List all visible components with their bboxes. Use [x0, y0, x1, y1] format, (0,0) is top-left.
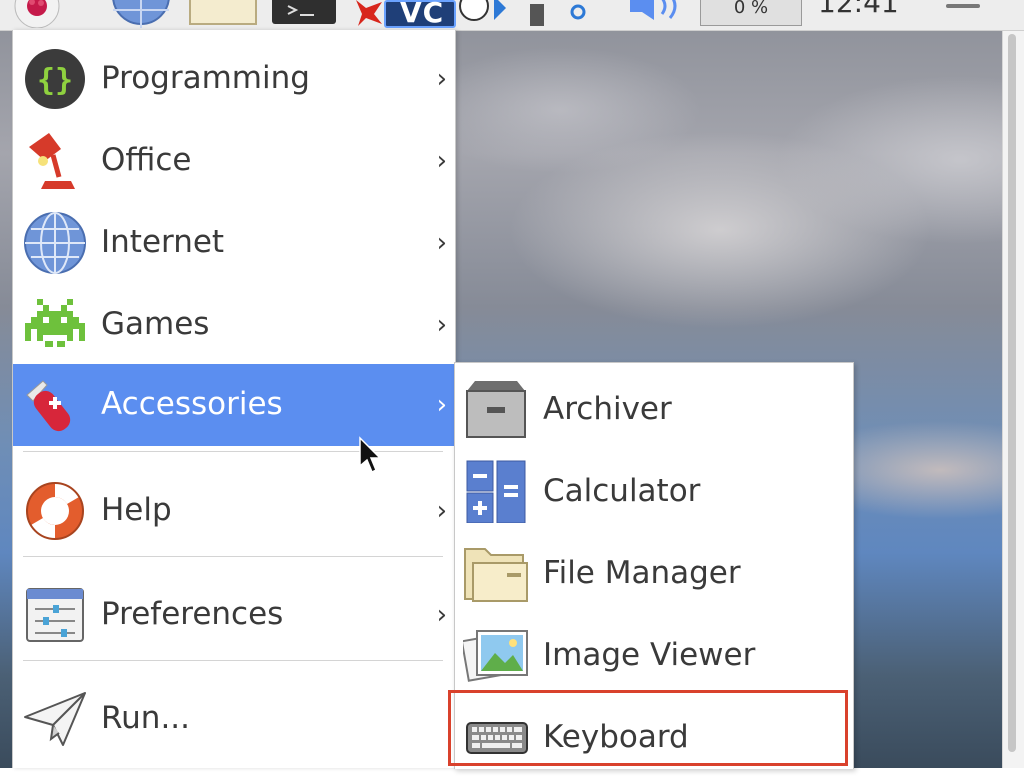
clock[interactable]: 12:41 — [818, 0, 899, 19]
chevron-right-icon: › — [436, 496, 447, 526]
submenu-item-label: Calculator — [543, 473, 701, 509]
menu-item-label: Accessories — [101, 386, 283, 422]
cpu-usage-monitor[interactable]: 0 % — [700, 0, 802, 26]
menu-item-run[interactable]: Run... — [13, 678, 455, 760]
mouse-cursor-icon — [358, 436, 382, 480]
accessories-submenu: Archiver Calculator File Manager Image V… — [454, 362, 854, 769]
lifebuoy-icon — [23, 479, 87, 543]
globe-icon — [23, 211, 87, 275]
menu-separator — [23, 660, 443, 661]
braces-icon: {} — [23, 47, 87, 111]
terminal-launcher[interactable] — [270, 0, 338, 28]
file-manager-launcher[interactable] — [188, 0, 258, 28]
submenu-item-label: Image Viewer — [543, 637, 756, 673]
pocket-knife-icon — [23, 373, 87, 437]
folder-icon — [463, 541, 529, 605]
volume-icon[interactable] — [624, 0, 686, 28]
bluetooth-share-icon[interactable] — [456, 0, 516, 28]
menu-separator — [23, 556, 443, 557]
chevron-right-icon: › — [436, 310, 447, 340]
menu-item-office[interactable]: Office › — [13, 120, 455, 202]
submenu-item-keyboard[interactable]: Keyboard — [455, 695, 853, 777]
chevron-right-icon: › — [436, 64, 447, 94]
device-icon[interactable] — [528, 0, 546, 28]
menu-item-label: Programming — [101, 60, 310, 96]
cpu-usage-label: 0 % — [733, 0, 769, 18]
chevron-right-icon: › — [436, 146, 447, 176]
archive-box-icon — [463, 377, 529, 441]
submenu-item-label: File Manager — [543, 555, 741, 591]
menu-item-label: Help — [101, 492, 172, 528]
menu-item-label: Games — [101, 306, 210, 342]
web-browser-launcher[interactable] — [108, 0, 174, 28]
submenu-item-file-manager[interactable]: File Manager — [455, 531, 853, 613]
application-menu: {} Programming › Office › Internet › Gam… — [12, 30, 456, 768]
svg-text:{}: {} — [37, 63, 73, 98]
menu-hamburger-icon[interactable] — [946, 0, 980, 14]
keyboard-icon — [463, 705, 529, 769]
menu-item-programming[interactable]: {} Programming › — [13, 38, 455, 120]
menu-item-help[interactable]: Help › — [13, 470, 455, 552]
submenu-item-label: Archiver — [543, 391, 672, 427]
chevron-right-icon: › — [436, 600, 447, 630]
submenu-item-label: Keyboard — [543, 719, 689, 755]
image-viewer-icon — [460, 623, 529, 687]
scrollbar-thumb[interactable] — [1008, 34, 1016, 752]
menu-item-label: Run... — [101, 700, 191, 736]
bluetooth-icon[interactable] — [566, 0, 590, 28]
chevron-right-icon: › — [436, 390, 447, 420]
menu-item-label: Office — [101, 142, 192, 178]
calculator-icon — [463, 459, 529, 524]
submenu-item-calculator[interactable]: Calculator — [455, 449, 853, 531]
top-panel: VC 0 % 12:41 — [0, 0, 1024, 31]
vnc-viewer-launcher[interactable]: VC — [384, 0, 456, 29]
menu-item-label: Internet — [101, 224, 225, 260]
desk-lamp-icon — [23, 129, 87, 193]
raspberry-menu-button[interactable] — [14, 0, 60, 29]
sliders-icon — [23, 583, 87, 647]
menu-item-preferences[interactable]: Preferences › — [13, 574, 455, 656]
submenu-item-image-viewer[interactable]: Image Viewer — [455, 613, 853, 695]
chevron-right-icon: › — [436, 228, 447, 258]
menu-item-games[interactable]: Games › — [13, 284, 455, 366]
paper-plane-icon — [23, 687, 87, 751]
vnc-icon-label: VC — [400, 0, 445, 29]
space-invader-icon — [23, 293, 87, 357]
submenu-item-archiver[interactable]: Archiver — [455, 367, 853, 449]
menu-item-internet[interactable]: Internet › — [13, 202, 455, 284]
menu-item-accessories[interactable]: Accessories › — [13, 364, 455, 446]
menu-item-label: Preferences — [101, 596, 284, 632]
mathematica-launcher[interactable] — [352, 0, 386, 28]
